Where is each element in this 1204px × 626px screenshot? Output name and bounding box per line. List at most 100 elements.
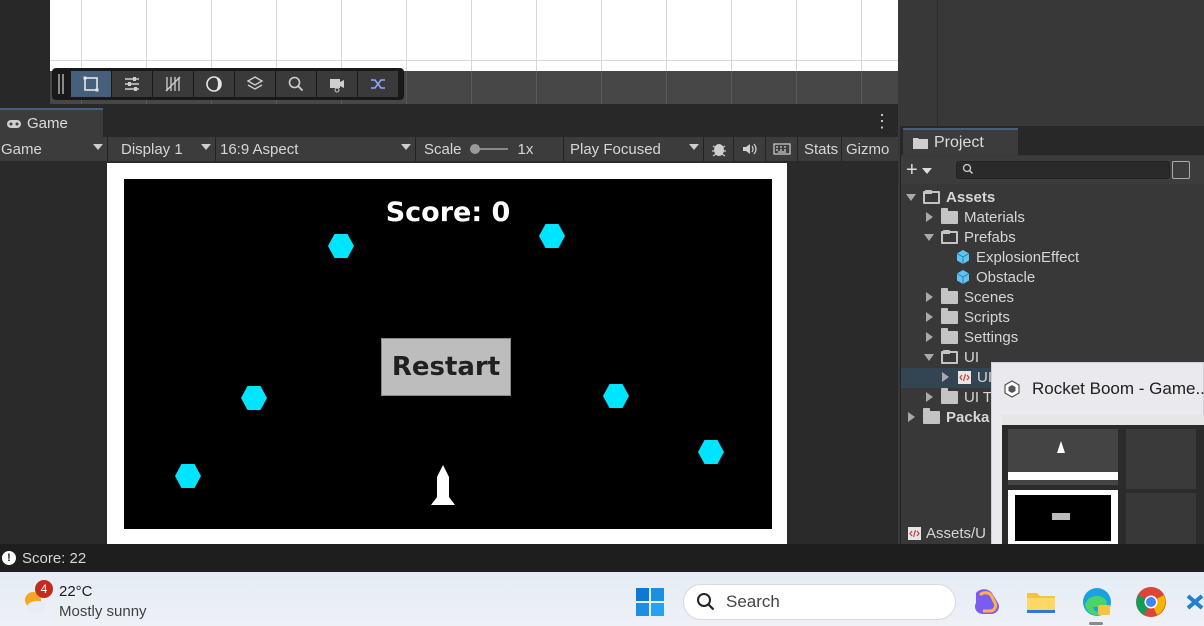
project-path-footer: Assets/U: [901, 522, 991, 544]
tree-item-label: Packa: [946, 408, 990, 426]
expand-toggle-icon[interactable]: [923, 211, 935, 223]
restart-button[interactable]: Restart: [381, 338, 511, 396]
aspect-dropdown[interactable]: 16:9 Aspect: [216, 137, 416, 161]
taskbar-search-label: Search: [726, 592, 780, 611]
thumbnail-title-row: Rocket Boom - Game...: [1002, 379, 1204, 399]
audio-toggle-button[interactable]: [734, 137, 766, 161]
weather-temperature: 22°C: [59, 583, 93, 600]
tree-item-assets[interactable]: Assets: [905, 187, 995, 207]
project-path-text: Assets/U: [926, 524, 987, 542]
tree-item-label: ExplosionEffect: [976, 248, 1080, 266]
chevron-down-icon: [401, 144, 411, 150]
unity-logo-icon: [1004, 380, 1020, 398]
game-tabbar: [0, 104, 898, 137]
chevron-down-icon: [689, 144, 699, 150]
console-status[interactable]: ! Score: 22: [2, 544, 86, 572]
expand-toggle-icon[interactable]: [923, 311, 935, 323]
shuffle-icon: [371, 79, 385, 89]
tab-game[interactable]: Game: [0, 108, 103, 137]
rect-tool-icon: [83, 76, 99, 92]
rocket-player: [431, 465, 455, 505]
expand-toggle-icon[interactable]: [905, 191, 917, 203]
game-canvas[interactable]: Score: 0 Restart: [124, 179, 772, 529]
tree-item-ui-document[interactable]: UI: [939, 367, 992, 387]
rect-tool-button[interactable]: [71, 71, 111, 97]
expand-toggle-icon[interactable]: [923, 351, 935, 363]
file-explorer-icon[interactable]: [1024, 585, 1058, 619]
edge-browser-icon[interactable]: [1080, 585, 1114, 619]
search-icon: [697, 593, 715, 611]
display-dropdown[interactable]: Display 1: [108, 137, 216, 161]
gizmos-button[interactable]: Gizmo: [842, 137, 892, 161]
tab-project[interactable]: Project: [903, 128, 1018, 155]
camera-button[interactable]: [317, 71, 357, 97]
keyboard-icon: [772, 143, 791, 155]
search-by-type-button[interactable]: [1172, 161, 1190, 179]
active-app-indicator: [1089, 622, 1103, 625]
tree-item-explosion-effect[interactable]: ExplosionEffect: [955, 247, 1079, 267]
window-thumbnail-popup[interactable]: Rocket Boom - Game...: [991, 362, 1204, 554]
keyboard-toggle-button[interactable]: [766, 137, 798, 161]
vscode-icon[interactable]: [1186, 585, 1204, 619]
tree-item-label: Assets: [946, 188, 996, 206]
tree-item-label: Prefabs: [964, 228, 1016, 246]
game-target-dropdown[interactable]: Game: [0, 137, 108, 161]
tree-item-settings[interactable]: Settings: [923, 327, 1018, 347]
chrome-browser-icon[interactable]: [1134, 585, 1168, 619]
add-asset-button[interactable]: +: [906, 160, 940, 180]
tree-item-prefabs[interactable]: Prefabs: [923, 227, 1016, 247]
shading-mode-button[interactable]: [194, 71, 234, 97]
tree-item-materials[interactable]: Materials: [923, 207, 1025, 227]
stats-button[interactable]: Stats: [798, 137, 842, 161]
project-search-input[interactable]: [956, 161, 1170, 179]
weather-widget[interactable]: 4 22°C Mostly sunny: [20, 578, 170, 622]
search-scene-button[interactable]: [276, 71, 316, 97]
obstacle: [241, 386, 267, 410]
expand-toggle-icon[interactable]: [923, 231, 935, 243]
layers-button[interactable]: [235, 71, 275, 97]
expand-toggle-icon[interactable]: [905, 411, 917, 423]
layers-icon: [246, 76, 264, 90]
speaker-icon: [742, 143, 757, 155]
expand-toggle-icon[interactable]: [923, 331, 935, 343]
tree-item-obstacle[interactable]: Obstacle: [955, 267, 1035, 287]
expand-toggle-icon[interactable]: [939, 371, 951, 383]
chevron-down-icon: [93, 144, 103, 150]
tree-item-packages[interactable]: Packa: [905, 407, 989, 427]
scale-slider-thumb[interactable]: [469, 144, 480, 154]
obstacle: [328, 234, 354, 258]
play-mode-dropdown[interactable]: Play Focused: [564, 137, 704, 161]
score-label: Score: 0: [385, 197, 511, 228]
prefab-cube-icon: [956, 270, 970, 284]
bug-toggle-button[interactable]: [704, 137, 734, 161]
folder-open-icon: [923, 189, 940, 204]
tree-item-scripts[interactable]: Scripts: [923, 307, 1010, 327]
tree-item-label: UI: [964, 348, 979, 366]
display-value: Display 1: [121, 140, 183, 158]
tree-item-ui-toolkit[interactable]: UI To: [923, 387, 999, 407]
bug-icon: [711, 144, 726, 157]
tree-item-scenes[interactable]: Scenes: [923, 287, 1014, 307]
more-menu-icon[interactable]: ⋮: [873, 112, 891, 132]
aspect-value: 16:9 Aspect: [220, 140, 299, 158]
folder-icon: [941, 387, 958, 404]
tree-item-ui[interactable]: UI: [923, 347, 979, 367]
toolbar-grip[interactable]: [58, 74, 64, 94]
expand-toggle-icon[interactable]: [923, 391, 935, 403]
grid-snap-button[interactable]: [153, 71, 193, 97]
windows-start-icon[interactable]: [635, 587, 665, 617]
uxml-file-icon: [908, 526, 921, 540]
expand-toggle-icon[interactable]: [923, 291, 935, 303]
scene-view-grid[interactable]: [50, 0, 898, 71]
game-controls-bar: Game Display 1 16:9 Aspect Scale 1x Play…: [0, 137, 898, 161]
scale-value: 1x: [517, 140, 534, 158]
taskbar-search-box[interactable]: Search: [683, 584, 956, 620]
panel-divider: [937, 0, 938, 126]
gizmo-toggle-button[interactable]: [358, 71, 398, 97]
copilot-icon[interactable]: [970, 585, 1004, 619]
status-message: Score: 22: [22, 549, 87, 567]
gizmos-label: Gizmo: [846, 140, 890, 158]
transform-tool-button[interactable]: [112, 71, 152, 97]
folder-icon: [941, 207, 958, 224]
scale-slider[interactable]: [469, 144, 508, 154]
